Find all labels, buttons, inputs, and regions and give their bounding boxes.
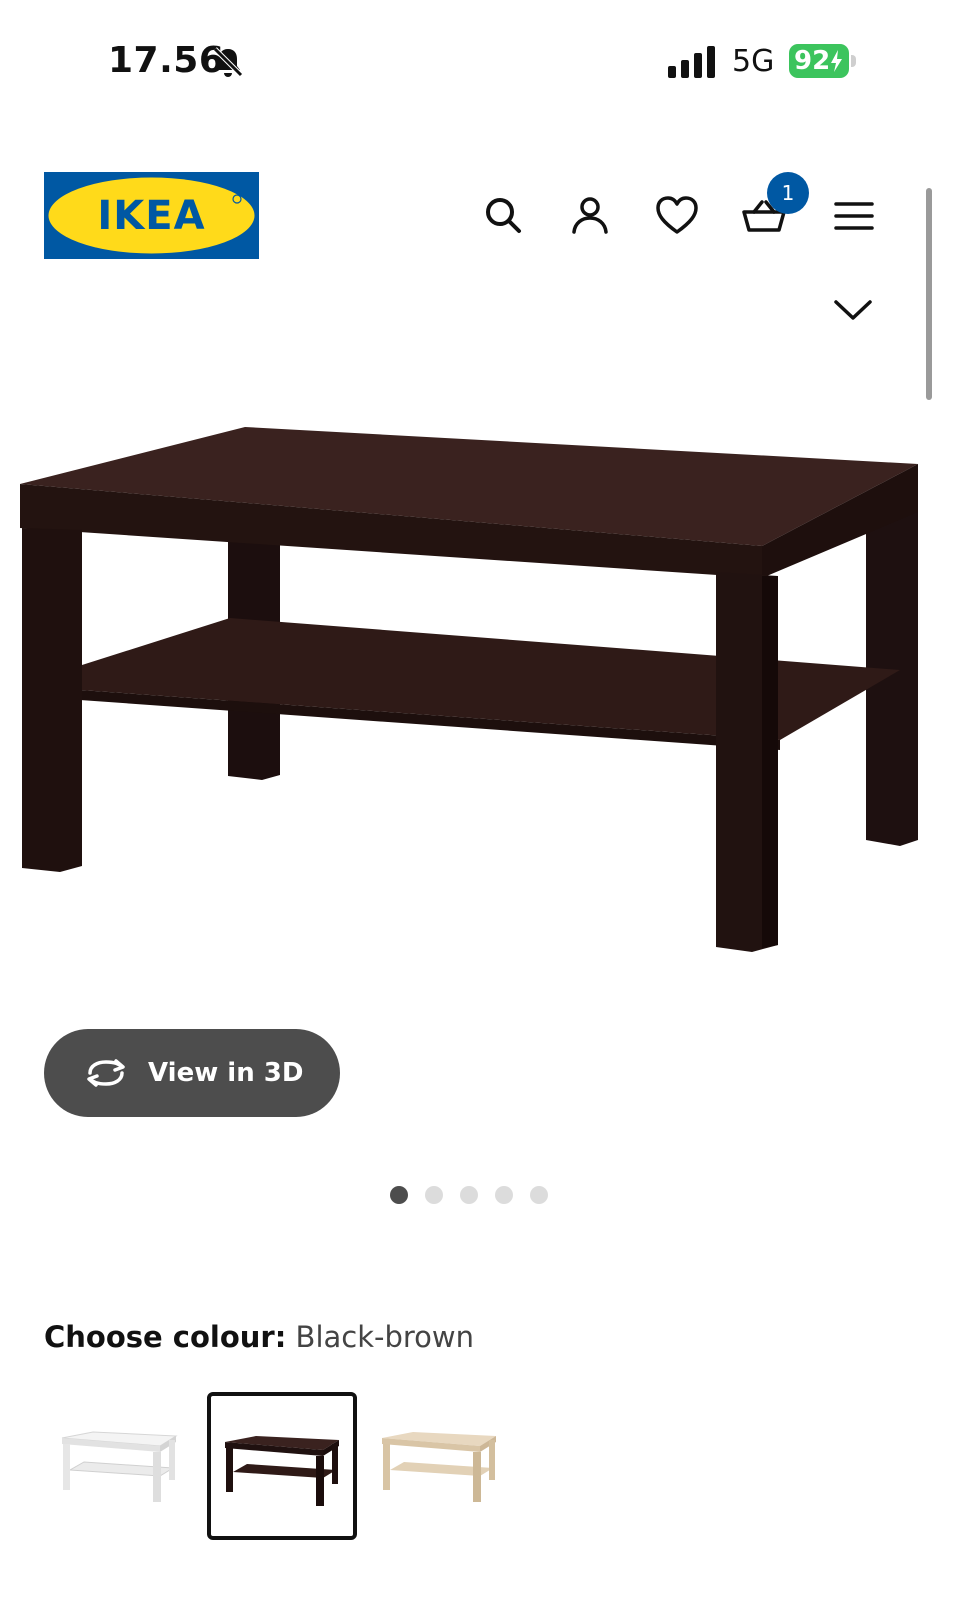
birch-table-thumbnail	[382, 1432, 496, 1502]
white-table-thumbnail	[61, 1431, 178, 1502]
battery-level: 92	[794, 46, 831, 76]
view-in-3d-label: View in 3D	[148, 1058, 304, 1088]
image-carousel-dots[interactable]	[390, 1186, 548, 1204]
hamburger-menu-icon[interactable]	[830, 192, 878, 240]
signal-strength-icon	[668, 46, 715, 78]
carousel-dot[interactable]	[530, 1186, 548, 1204]
colour-chooser-label: Choose colour: Black-brown	[44, 1320, 474, 1354]
view-in-3d-button[interactable]: View in 3D	[44, 1029, 340, 1117]
colour-chooser-heading: Choose colour:	[44, 1320, 287, 1354]
product-image[interactable]	[0, 400, 940, 1000]
carousel-dot[interactable]	[460, 1186, 478, 1204]
carousel-dot[interactable]	[390, 1186, 408, 1204]
ikea-logo[interactable]: IKEA	[44, 172, 259, 259]
black-brown-table-thumbnail	[225, 1436, 339, 1506]
carousel-dot[interactable]	[495, 1186, 513, 1204]
battery-indicator: 92	[789, 44, 859, 80]
logo-wordmark: IKEA	[97, 193, 205, 239]
heart-icon[interactable]	[653, 192, 701, 240]
network-type: 5G	[732, 44, 775, 79]
status-time: 17.56	[108, 40, 225, 81]
search-icon[interactable]	[480, 192, 528, 240]
colour-option-white[interactable]	[48, 1392, 198, 1540]
colour-option-birch[interactable]	[368, 1392, 518, 1540]
charging-bolt-icon	[831, 50, 843, 72]
scrollbar[interactable]	[926, 188, 932, 400]
carousel-dot[interactable]	[425, 1186, 443, 1204]
selected-colour-name: Black-brown	[295, 1320, 475, 1354]
colour-option-black-brown[interactable]	[207, 1392, 357, 1540]
chevron-down-icon[interactable]	[830, 290, 876, 330]
basket-count-badge: 1	[767, 172, 809, 214]
account-icon[interactable]	[566, 192, 614, 240]
rotate-3d-icon	[87, 1059, 125, 1087]
bell-muted-icon	[213, 47, 243, 77]
